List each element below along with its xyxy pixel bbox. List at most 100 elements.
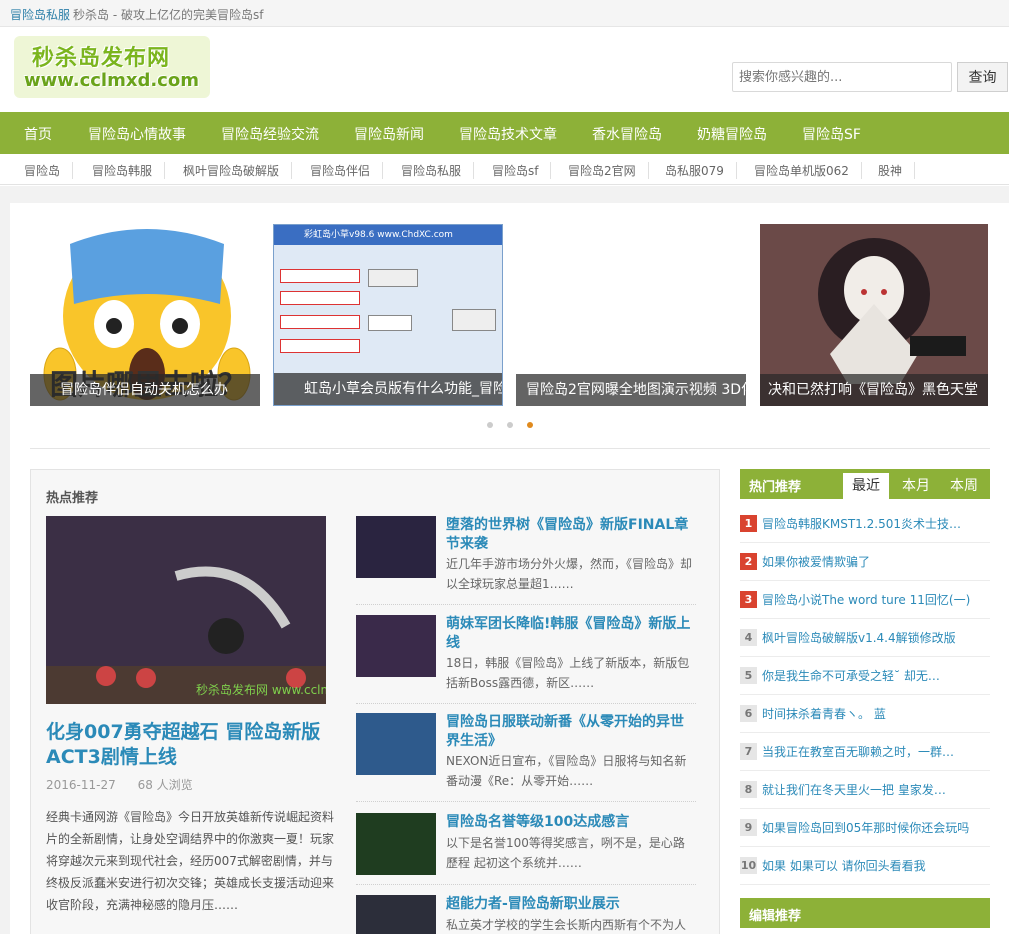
- subnav-item[interactable]: 冒险岛2官网: [568, 162, 649, 179]
- top-bar: 冒险岛私服 秒杀岛 - 破攻上亿亿的完美冒险岛sf: [0, 0, 1009, 27]
- article-title[interactable]: 萌妹军团长降临!韩服《冒险岛》新版上线: [446, 615, 696, 653]
- divider: [356, 801, 696, 802]
- rank-badge: 2: [740, 553, 757, 570]
- article-desc: 以下是名誉100等得奖感言，咧不是，是心路歷程 起初这个系统并……: [446, 836, 685, 870]
- slide-3[interactable]: 冒险岛2官网曝全地图演示视频 3D化震撼: [516, 224, 746, 406]
- nav-item[interactable]: 冒险岛技术文章: [459, 124, 557, 144]
- nav-item[interactable]: 香水冒险岛: [592, 124, 662, 144]
- article-desc: 18日，韩服《冒险岛》上线了新版本，新版包括新Boss露西德，新区……: [446, 656, 690, 690]
- subnav-item[interactable]: 枫叶冒险岛破解版: [183, 162, 293, 179]
- article-thumbnail[interactable]: [356, 516, 436, 578]
- nav-item[interactable]: 首页: [24, 124, 52, 144]
- feature-image[interactable]: 秒杀岛发布网 www.cclmxd.com: [46, 516, 326, 704]
- top-slogan: 秒杀岛 - 破攻上亿亿的完美冒险岛sf: [73, 8, 264, 22]
- feature-meta: 2016-11-27 68 人浏览: [46, 776, 211, 793]
- dialog-titlebar: 彩虹岛小草v98.6 www.ChdXC.com: [274, 225, 502, 245]
- dialog-field: [280, 315, 360, 329]
- slider-dot[interactable]: [507, 422, 513, 428]
- article-item[interactable]: 堕落的世界树《冒险岛》新版FINAL章节来袭 近几年手游市场分外火爆，然而，《冒…: [356, 516, 696, 606]
- rank-link[interactable]: 如果你被爱情欺骗了: [762, 553, 990, 570]
- rank-link[interactable]: 枫叶冒险岛破解版v1.4.4解锁修改版: [762, 629, 990, 646]
- nav-item[interactable]: 冒险岛心情故事: [88, 124, 186, 144]
- rank-item[interactable]: 7 当我正在教室百无聊赖之时，一群…: [740, 733, 990, 771]
- rank-link[interactable]: 冒险岛小说The word ture 11回忆(一): [762, 591, 990, 608]
- slide-4[interactable]: 决和已然打响《冒险岛》黑色天堂: [760, 224, 988, 406]
- rank-link[interactable]: 如果冒险岛回到05年那时候你还会玩吗: [762, 819, 990, 836]
- rank-item[interactable]: 2 如果你被爱情欺骗了: [740, 543, 990, 581]
- top-brand-link[interactable]: 冒险岛私服: [10, 6, 70, 23]
- tab-week[interactable]: 本周: [941, 473, 987, 499]
- logo-title: 秒杀岛发布网: [32, 46, 171, 71]
- rank-item[interactable]: 8 就让我们在冬天里火一把 皇家发…: [740, 771, 990, 809]
- article-title[interactable]: 堕落的世界树《冒险岛》新版FINAL章节来袭: [446, 516, 696, 554]
- article-item[interactable]: 冒险岛名誉等级100达成感言 以下是名誉100等得奖感言，咧不是，是心路歷程 起…: [356, 813, 696, 903]
- nav-item[interactable]: 冒险岛经验交流: [221, 124, 319, 144]
- slider-dot-active[interactable]: [527, 422, 533, 428]
- slide-2[interactable]: 彩虹岛小草v98.6 www.ChdXC.com 虹岛小草会员版有什么功能_冒险…: [273, 224, 503, 406]
- dialog-field: [280, 269, 360, 283]
- rank-badge: 4: [740, 629, 757, 646]
- rank-item[interactable]: 5 你是我生命不可承受之轻˘ 却无…: [740, 657, 990, 695]
- rank-link[interactable]: 冒险岛韩服KMST1.2.501炎术士技…: [762, 515, 990, 532]
- article-item[interactable]: 超能力者-冒险岛新职业展示 私立英才学校的学生会长斯内西斯有个不为人: [356, 895, 696, 934]
- slide-caption[interactable]: 冒险岛伴侣自动关机怎么办: [30, 374, 260, 406]
- editor-title: 编辑推荐: [749, 909, 802, 924]
- search-button[interactable]: 查询: [957, 62, 1008, 92]
- sidebar-title: 热门推荐: [749, 480, 802, 495]
- article-title[interactable]: 冒险岛日服联动新番《从零开始的异世界生活》: [446, 713, 696, 751]
- subnav-item[interactable]: 冒险岛: [24, 162, 74, 179]
- article-desc: NEXON近日宣布，《冒险岛》日服将与知名新番动漫《Re：从零开始……: [446, 754, 687, 788]
- site-logo[interactable]: 秒杀岛发布网 www.cclmxd.com: [14, 36, 210, 98]
- dialog-field: [280, 291, 360, 305]
- divider: [356, 604, 696, 605]
- nav-item[interactable]: 冒险岛新闻: [354, 124, 424, 144]
- article-item[interactable]: 萌妹军团长降临!韩服《冒险岛》新版上线 18日，韩服《冒险岛》上线了新版本，新版…: [356, 615, 696, 705]
- nav-item[interactable]: 奶糖冒险岛: [697, 124, 767, 144]
- article-title[interactable]: 冒险岛名誉等级100达成感言: [446, 813, 696, 832]
- dialog-field: [280, 339, 360, 353]
- slide-caption[interactable]: 虹岛小草会员版有什么功能_冒险岛sf: [274, 373, 502, 405]
- tab-month[interactable]: 本月: [893, 473, 939, 499]
- rank-item[interactable]: 1 冒险岛韩服KMST1.2.501炎术士技…: [740, 505, 990, 543]
- editor-header: 编辑推荐: [740, 898, 990, 928]
- rank-item[interactable]: 3 冒险岛小说The word ture 11回忆(一): [740, 581, 990, 619]
- tab-recent[interactable]: 最近: [843, 473, 889, 499]
- subnav-item[interactable]: 岛私服079: [665, 162, 737, 179]
- rank-item[interactable]: 4 枫叶冒险岛破解版v1.4.4解锁修改版: [740, 619, 990, 657]
- slide-1[interactable]: 图片哪里去啦？ 冒险岛伴侣自动关机怎么办: [30, 224, 260, 406]
- article-thumbnail[interactable]: [356, 615, 436, 677]
- subnav-item[interactable]: 冒险岛私服: [401, 162, 475, 179]
- rank-link[interactable]: 时间抹杀着青春ヽ。 蓝: [762, 705, 990, 722]
- slide-caption[interactable]: 冒险岛2官网曝全地图演示视频 3D化震撼: [516, 374, 746, 406]
- rank-item[interactable]: 9 如果冒险岛回到05年那时候你还会玩吗: [740, 809, 990, 847]
- rank-link[interactable]: 就让我们在冬天里火一把 皇家发…: [762, 781, 990, 798]
- subnav-item[interactable]: 冒险岛sf: [492, 162, 552, 179]
- rank-item[interactable]: 10 如果 如果可以 请你回头看看我: [740, 847, 990, 885]
- subnav-item[interactable]: 冒险岛伴侣: [310, 162, 384, 179]
- rank-badge: 10: [740, 857, 757, 874]
- slider-dot[interactable]: [487, 422, 493, 428]
- article-item[interactable]: 冒险岛日服联动新番《从零开始的异世界生活》 NEXON近日宣布，《冒险岛》日服将…: [356, 713, 696, 803]
- article-title[interactable]: 超能力者-冒险岛新职业展示: [446, 895, 696, 914]
- rank-link[interactable]: 当我正在教室百无聊赖之时，一群…: [762, 743, 990, 760]
- dialog-field: [368, 315, 412, 331]
- search-input[interactable]: [732, 62, 952, 92]
- subnav-item[interactable]: 冒险岛单机版062: [754, 162, 862, 179]
- game-screenshot: 秒杀岛发布网 www.cclmxd.com: [46, 516, 326, 704]
- article-thumbnail[interactable]: [356, 895, 436, 934]
- rank-link[interactable]: 你是我生命不可承受之轻˘ 却无…: [762, 667, 990, 684]
- rank-badge: 6: [740, 705, 757, 722]
- feature-title[interactable]: 化身007勇夺超越石 冒险岛新版ACT3剧情上线: [46, 720, 336, 770]
- rank-badge: 9: [740, 819, 757, 836]
- hot-title: 热点推荐: [46, 491, 99, 506]
- dialog-button: [368, 269, 418, 287]
- article-thumbnail[interactable]: [356, 713, 436, 775]
- nav-item[interactable]: 冒险岛SF: [802, 124, 861, 144]
- rank-link[interactable]: 如果 如果可以 请你回头看看我: [762, 857, 990, 874]
- sub-nav: 冒险岛 冒险岛韩服 枫叶冒险岛破解版 冒险岛伴侣 冒险岛私服 冒险岛sf 冒险岛…: [0, 154, 1009, 185]
- subnav-item[interactable]: 冒险岛韩服: [92, 162, 166, 179]
- article-thumbnail[interactable]: [356, 813, 436, 875]
- slide-caption[interactable]: 决和已然打响《冒险岛》黑色天堂: [760, 374, 988, 406]
- subnav-item[interactable]: 股神: [878, 162, 916, 179]
- rank-item[interactable]: 6 时间抹杀着青春ヽ。 蓝: [740, 695, 990, 733]
